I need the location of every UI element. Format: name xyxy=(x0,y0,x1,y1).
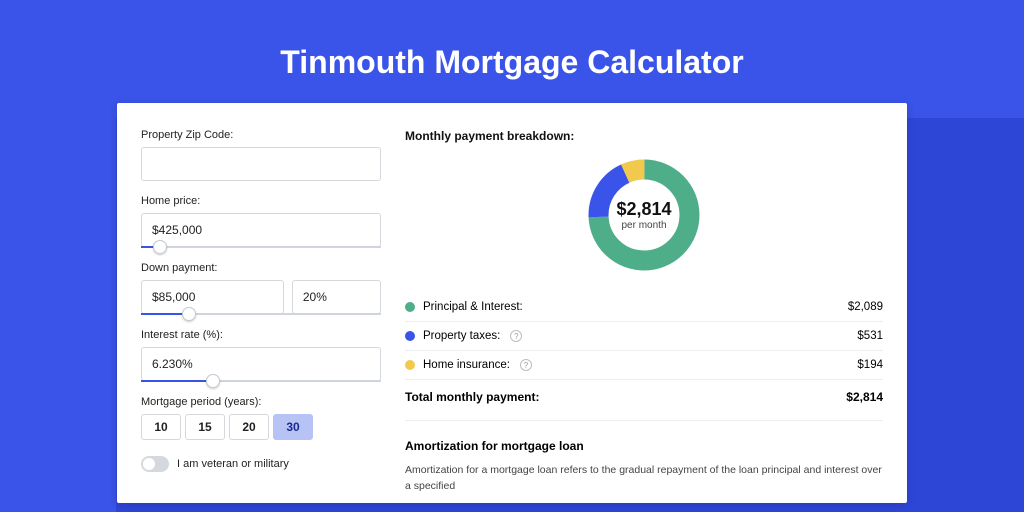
input-panel: Property Zip Code: Home price: Down paym… xyxy=(141,129,381,503)
breakdown-item-value: $531 xyxy=(857,330,883,342)
total-label: Total monthly payment: xyxy=(405,390,539,404)
home-price-field: Home price: xyxy=(141,195,381,248)
breakdown-item-value: $194 xyxy=(857,359,883,371)
breakdown-row: Property taxes:? $531 xyxy=(405,322,883,351)
interest-field: Interest rate (%): xyxy=(141,329,381,382)
slider-thumb[interactable] xyxy=(182,307,196,321)
interest-slider[interactable] xyxy=(141,380,381,382)
breakdown-item-label: Property taxes: xyxy=(423,330,500,342)
down-payment-label: Down payment: xyxy=(141,262,381,274)
info-icon[interactable]: ? xyxy=(520,359,532,371)
home-price-slider[interactable] xyxy=(141,246,381,248)
legend-dot-icon xyxy=(405,302,415,312)
breakdown-panel: Monthly payment breakdown: $2,814 per mo… xyxy=(405,129,883,503)
slider-fill xyxy=(141,380,213,382)
down-payment-slider[interactable] xyxy=(141,313,381,315)
period-option-30[interactable]: 30 xyxy=(273,414,313,440)
slider-thumb[interactable] xyxy=(153,240,167,254)
zip-label: Property Zip Code: xyxy=(141,129,381,141)
breakdown-row: Principal & Interest: $2,089 xyxy=(405,293,883,322)
period-label: Mortgage period (years): xyxy=(141,396,381,408)
interest-input[interactable] xyxy=(141,347,381,381)
home-price-input[interactable] xyxy=(141,213,381,247)
donut-chart: $2,814 per month xyxy=(405,155,883,275)
breakdown-item-label: Principal & Interest: xyxy=(423,301,523,313)
veteran-row: I am veteran or military xyxy=(141,456,381,472)
breakdown-title: Monthly payment breakdown: xyxy=(405,129,883,143)
breakdown-list: Principal & Interest: $2,089 Property taxe… xyxy=(405,293,883,380)
calculator-card: Property Zip Code: Home price: Down paym… xyxy=(117,103,907,503)
home-price-label: Home price: xyxy=(141,195,381,207)
donut-center: $2,814 per month xyxy=(584,155,704,275)
veteran-toggle[interactable] xyxy=(141,456,169,472)
veteran-label: I am veteran or military xyxy=(177,458,289,470)
zip-input[interactable] xyxy=(141,147,381,181)
down-payment-input[interactable] xyxy=(141,280,284,314)
legend-dot-icon xyxy=(405,331,415,341)
total-row: Total monthly payment: $2,814 xyxy=(405,380,883,421)
info-icon[interactable]: ? xyxy=(510,330,522,342)
period-field: Mortgage period (years): 10152030 xyxy=(141,396,381,440)
donut-label: per month xyxy=(621,220,666,231)
breakdown-item-value: $2,089 xyxy=(848,301,883,313)
total-value: $2,814 xyxy=(846,390,883,404)
slider-thumb[interactable] xyxy=(206,374,220,388)
donut-value: $2,814 xyxy=(616,199,671,220)
down-payment-pct-input[interactable] xyxy=(292,280,381,314)
period-options: 10152030 xyxy=(141,414,381,440)
period-option-10[interactable]: 10 xyxy=(141,414,181,440)
interest-label: Interest rate (%): xyxy=(141,329,381,341)
zip-field: Property Zip Code: xyxy=(141,129,381,181)
legend-dot-icon xyxy=(405,360,415,370)
amortization-title: Amortization for mortgage loan xyxy=(405,439,883,453)
period-option-20[interactable]: 20 xyxy=(229,414,269,440)
page-title: Tinmouth Mortgage Calculator xyxy=(0,0,1024,103)
down-payment-field: Down payment: xyxy=(141,262,381,315)
period-option-15[interactable]: 15 xyxy=(185,414,225,440)
breakdown-row: Home insurance:? $194 xyxy=(405,351,883,380)
breakdown-item-label: Home insurance: xyxy=(423,359,510,371)
amortization-text: Amortization for a mortgage loan refers … xyxy=(405,463,883,495)
